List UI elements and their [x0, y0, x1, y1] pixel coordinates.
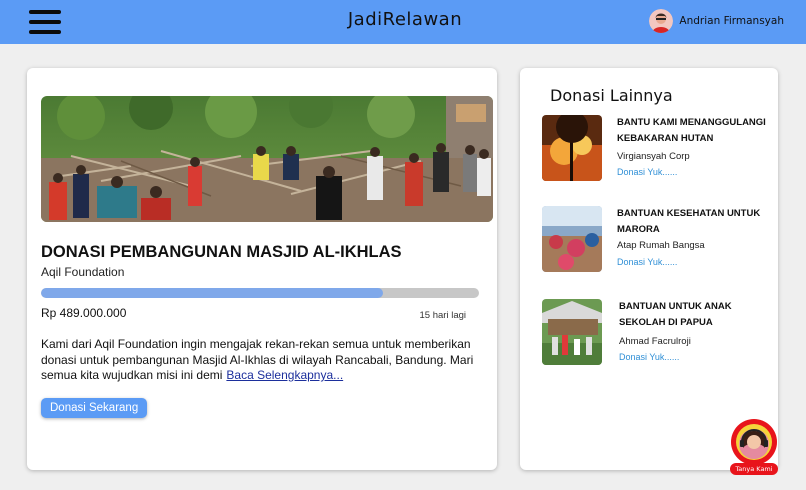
donation-progress-bar: [41, 288, 479, 298]
donate-now-button[interactable]: Donasi Sekarang: [41, 398, 148, 418]
campaign-organization: Aqil Foundation: [41, 265, 125, 279]
donation-thumbnail: [542, 299, 602, 365]
donation-item-link[interactable]: Donasi Yuk......: [617, 167, 677, 177]
donation-item-forest-fire[interactable]: BANTU KAMI MENANGGULANGI KEBAKARAN HUTAN…: [542, 115, 772, 185]
donation-item-title: BANTUAN KESEHATAN UNTUK MARORA: [617, 208, 761, 235]
donation-item-link[interactable]: Donasi Yuk......: [619, 352, 679, 362]
hamburger-menu-icon[interactable]: [29, 10, 61, 34]
support-agent-icon[interactable]: [728, 418, 780, 466]
campaign-description: Kami dari Aqil Foundation ingin mengajak…: [41, 337, 481, 384]
donation-item-title: BANTUAN UNTUK ANAK SEKOLAH DI PAPUA: [619, 301, 732, 328]
main-campaign-card: DONASI PEMBANGUNAN MASJID AL-IKHLAS Aqil…: [27, 68, 497, 470]
donation-thumbnail: [542, 206, 602, 272]
donation-thumbnail: [542, 115, 602, 181]
donation-progress-fill: [41, 288, 383, 298]
donation-item-organization: Ahmad Facrulroji: [619, 336, 691, 347]
campaign-title: DONASI PEMBANGUNAN MASJID AL-IKHLAS: [41, 243, 402, 261]
avatar[interactable]: [649, 9, 674, 33]
campaign-hero-image: [41, 96, 493, 222]
donation-item-organization: Virgiansyah Corp: [617, 151, 690, 162]
donation-item-link[interactable]: Donasi Yuk......: [617, 257, 677, 267]
user-name[interactable]: Andrian Firmansyah: [679, 15, 784, 27]
donation-item-papua-school[interactable]: BANTUAN UNTUK ANAK SEKOLAH DI PAPUA Ahma…: [542, 299, 772, 369]
brand-logo[interactable]: JadiRelawan: [320, 9, 490, 30]
donation-item-marora-health[interactable]: BANTUAN KESEHATAN UNTUK MARORA Atap Ruma…: [542, 206, 772, 276]
other-donations-card: Donasi Lainnya BANTU KAMI MENANGGULANGI …: [520, 68, 778, 470]
user-profile[interactable]: Andrian Firmansyah: [649, 9, 784, 33]
help-widget-label[interactable]: Tanya Kami: [730, 463, 778, 475]
donation-item-title: BANTU KAMI MENANGGULANGI KEBAKARAN HUTAN: [617, 117, 766, 144]
read-more-link[interactable]: Baca Selengkapnya...: [226, 368, 343, 382]
top-navbar: JadiRelawan Andrian Firmansyah: [0, 0, 806, 44]
days-left: 15 hari lagi: [419, 310, 466, 321]
help-chat-widget[interactable]: Tanya Kami: [728, 418, 780, 478]
donation-amount: Rp 489.000.000: [41, 306, 127, 320]
donation-item-organization: Atap Rumah Bangsa: [617, 240, 705, 251]
sidebar-title: Donasi Lainnya: [550, 86, 673, 105]
